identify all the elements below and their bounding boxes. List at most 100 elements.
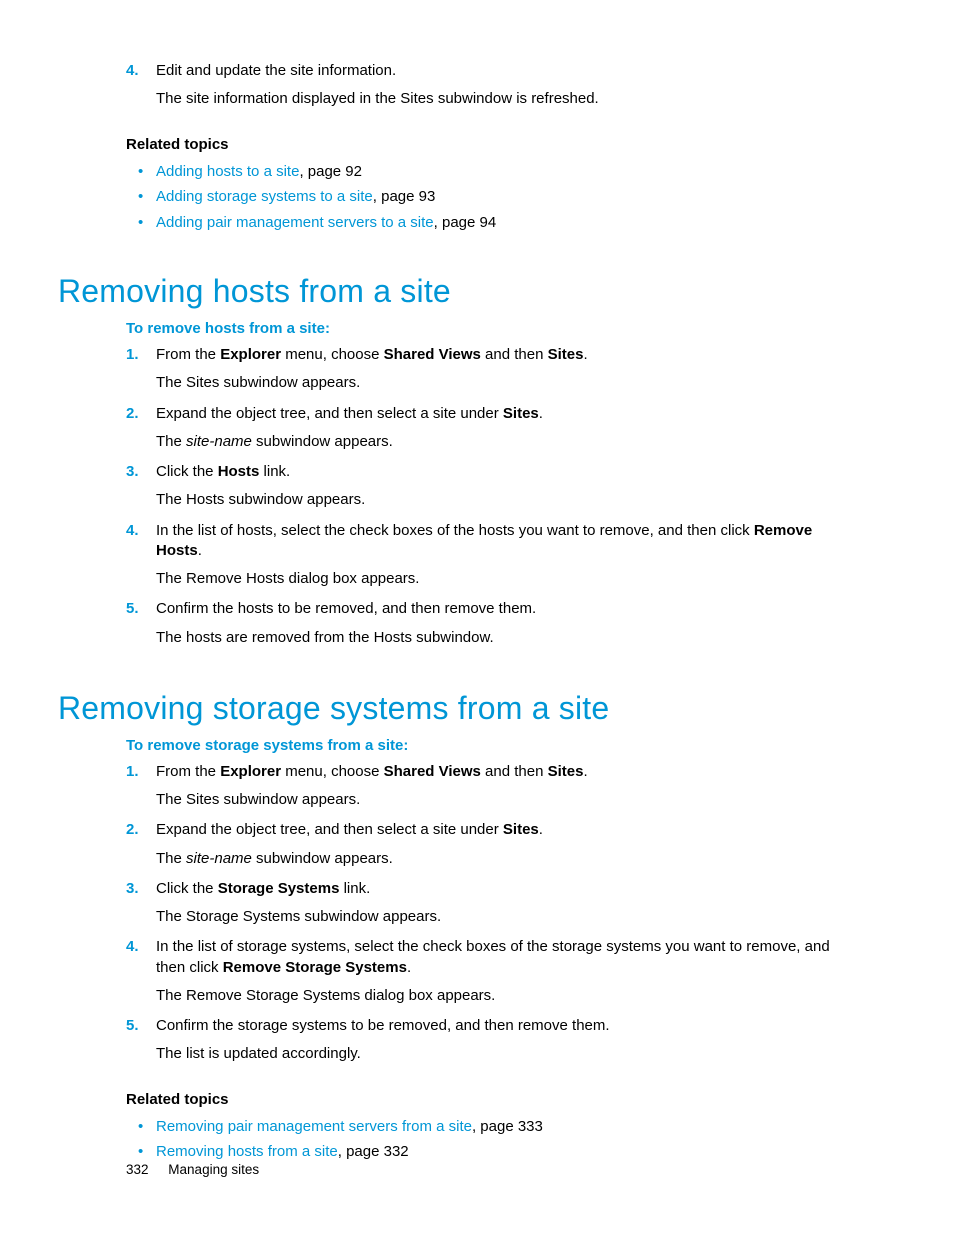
step-number: 4. <box>126 937 139 957</box>
link-adding-hosts[interactable]: Adding hosts to a site <box>156 163 299 180</box>
step-number: 1. <box>126 762 139 782</box>
step: 4. In the list of storage systems, selec… <box>126 937 858 1010</box>
t: . <box>407 959 411 976</box>
t: Expand the object tree, and then select … <box>156 405 503 422</box>
page: 4. Edit and update the site information.… <box>0 0 954 1235</box>
t: Storage Systems <box>218 880 340 897</box>
t: site-name <box>186 433 252 450</box>
t: Explorer <box>220 346 281 363</box>
step-result: The site-name subwindow appears. <box>156 849 858 873</box>
t: From the <box>156 346 220 363</box>
t: Click the <box>156 880 218 897</box>
step: 1. From the Explorer menu, choose Shared… <box>126 762 858 815</box>
step: 5. Confirm the hosts to be removed, and … <box>126 599 858 652</box>
t: Expand the object tree, and then select … <box>156 821 503 838</box>
step: 4. In the list of hosts, select the chec… <box>126 521 858 594</box>
step-result: The site-name subwindow appears. <box>156 432 858 456</box>
step-result: The Sites subwindow appears. <box>156 373 858 397</box>
link-rest: , page 94 <box>434 214 497 231</box>
t: Click the <box>156 463 218 480</box>
step-text: Edit and update the site information. <box>156 62 396 79</box>
step-number: 2. <box>126 404 139 424</box>
link-adding-storage[interactable]: Adding storage systems to a site <box>156 188 373 205</box>
page-footer: 332 Managing sites <box>126 1162 259 1177</box>
steps-removing-storage: 1. From the Explorer menu, choose Shared… <box>126 762 858 1069</box>
t: subwindow appears. <box>252 850 393 867</box>
t: and then <box>481 346 548 363</box>
step-number: 5. <box>126 599 139 619</box>
step-result: The Storage Systems subwindow appears. <box>156 907 858 931</box>
t: link. <box>259 463 290 480</box>
step-result: The Sites subwindow appears. <box>156 790 858 814</box>
t: The <box>156 433 186 450</box>
step: 1. From the Explorer menu, choose Shared… <box>126 345 858 398</box>
step: 5. Confirm the storage systems to be rem… <box>126 1016 858 1069</box>
t: link. <box>339 880 370 897</box>
t: . <box>198 542 202 559</box>
step: 3. Click the Storage Systems link. The S… <box>126 879 858 932</box>
steps-removing-hosts: 1. From the Explorer menu, choose Shared… <box>126 345 858 652</box>
intro-removing-storage: To remove storage systems from a site: <box>126 737 858 754</box>
t: subwindow appears. <box>252 433 393 450</box>
page-number: 332 <box>126 1162 149 1177</box>
heading-removing-hosts: Removing hosts from a site <box>58 273 858 310</box>
chapter-title: Managing sites <box>168 1162 259 1177</box>
related-topics-heading: Related topics <box>126 136 858 153</box>
t: . <box>583 763 587 780</box>
t: Confirm the storage systems to be remove… <box>156 1017 610 1034</box>
related-link-item: Adding storage systems to a site, page 9… <box>126 184 858 210</box>
t: site-name <box>186 850 252 867</box>
related-link-item: Adding hosts to a site, page 92 <box>126 159 858 185</box>
related-topics-heading-2: Related topics <box>126 1091 858 1108</box>
t: From the <box>156 763 220 780</box>
link-removing-hosts[interactable]: Removing hosts from a site <box>156 1143 338 1160</box>
heading-removing-storage: Removing storage systems from a site <box>58 690 858 727</box>
link-removing-pair-mgmt[interactable]: Removing pair management servers from a … <box>156 1118 472 1135</box>
link-rest: , page 333 <box>472 1118 543 1135</box>
intro-removing-hosts: To remove hosts from a site: <box>126 320 858 337</box>
step-number: 1. <box>126 345 139 365</box>
t: menu, choose <box>281 763 384 780</box>
t: Remove Storage Systems <box>223 959 407 976</box>
related-link-item: Adding pair management servers to a site… <box>126 210 858 236</box>
t: Sites <box>503 405 539 422</box>
t: Sites <box>503 821 539 838</box>
step-4-edit: 4. Edit and update the site information.… <box>126 61 858 114</box>
step-number: 4. <box>126 61 139 81</box>
t: . <box>583 346 587 363</box>
step-number: 2. <box>126 820 139 840</box>
step-result: The site information displayed in the Si… <box>156 89 858 113</box>
step-number: 4. <box>126 521 139 541</box>
related-link-item: Removing pair management servers from a … <box>126 1114 858 1140</box>
link-adding-pair-mgmt[interactable]: Adding pair management servers to a site <box>156 214 434 231</box>
step-result: The list is updated accordingly. <box>156 1044 858 1068</box>
t: In the list of hosts, select the check b… <box>156 522 754 539</box>
step-result: The Remove Storage Systems dialog box ap… <box>156 986 858 1010</box>
t: Explorer <box>220 763 281 780</box>
step-result: The Remove Hosts dialog box appears. <box>156 569 858 593</box>
t: Shared Views <box>384 346 481 363</box>
t: . <box>539 821 543 838</box>
step: 2. Expand the object tree, and then sele… <box>126 404 858 457</box>
step-result: The hosts are removed from the Hosts sub… <box>156 628 858 652</box>
related-topics-list-1: Adding hosts to a site, page 92 Adding s… <box>126 159 858 236</box>
link-rest: , page 92 <box>299 163 362 180</box>
t: menu, choose <box>281 346 384 363</box>
step-number: 5. <box>126 1016 139 1036</box>
step: 2. Expand the object tree, and then sele… <box>126 820 858 873</box>
link-rest: , page 93 <box>373 188 436 205</box>
t: and then <box>481 763 548 780</box>
t: Confirm the hosts to be removed, and the… <box>156 600 536 617</box>
t: Sites <box>548 763 584 780</box>
t: Hosts <box>218 463 260 480</box>
related-link-item: Removing hosts from a site, page 332 <box>126 1139 858 1165</box>
continued-steps: 4. Edit and update the site information.… <box>126 61 858 114</box>
t: Sites <box>548 346 584 363</box>
step-number: 3. <box>126 462 139 482</box>
t: The <box>156 850 186 867</box>
related-topics-list-2: Removing pair management servers from a … <box>126 1114 858 1165</box>
step: 3. Click the Hosts link. The Hosts subwi… <box>126 462 858 515</box>
step-result: The Hosts subwindow appears. <box>156 490 858 514</box>
step-number: 3. <box>126 879 139 899</box>
t: . <box>539 405 543 422</box>
